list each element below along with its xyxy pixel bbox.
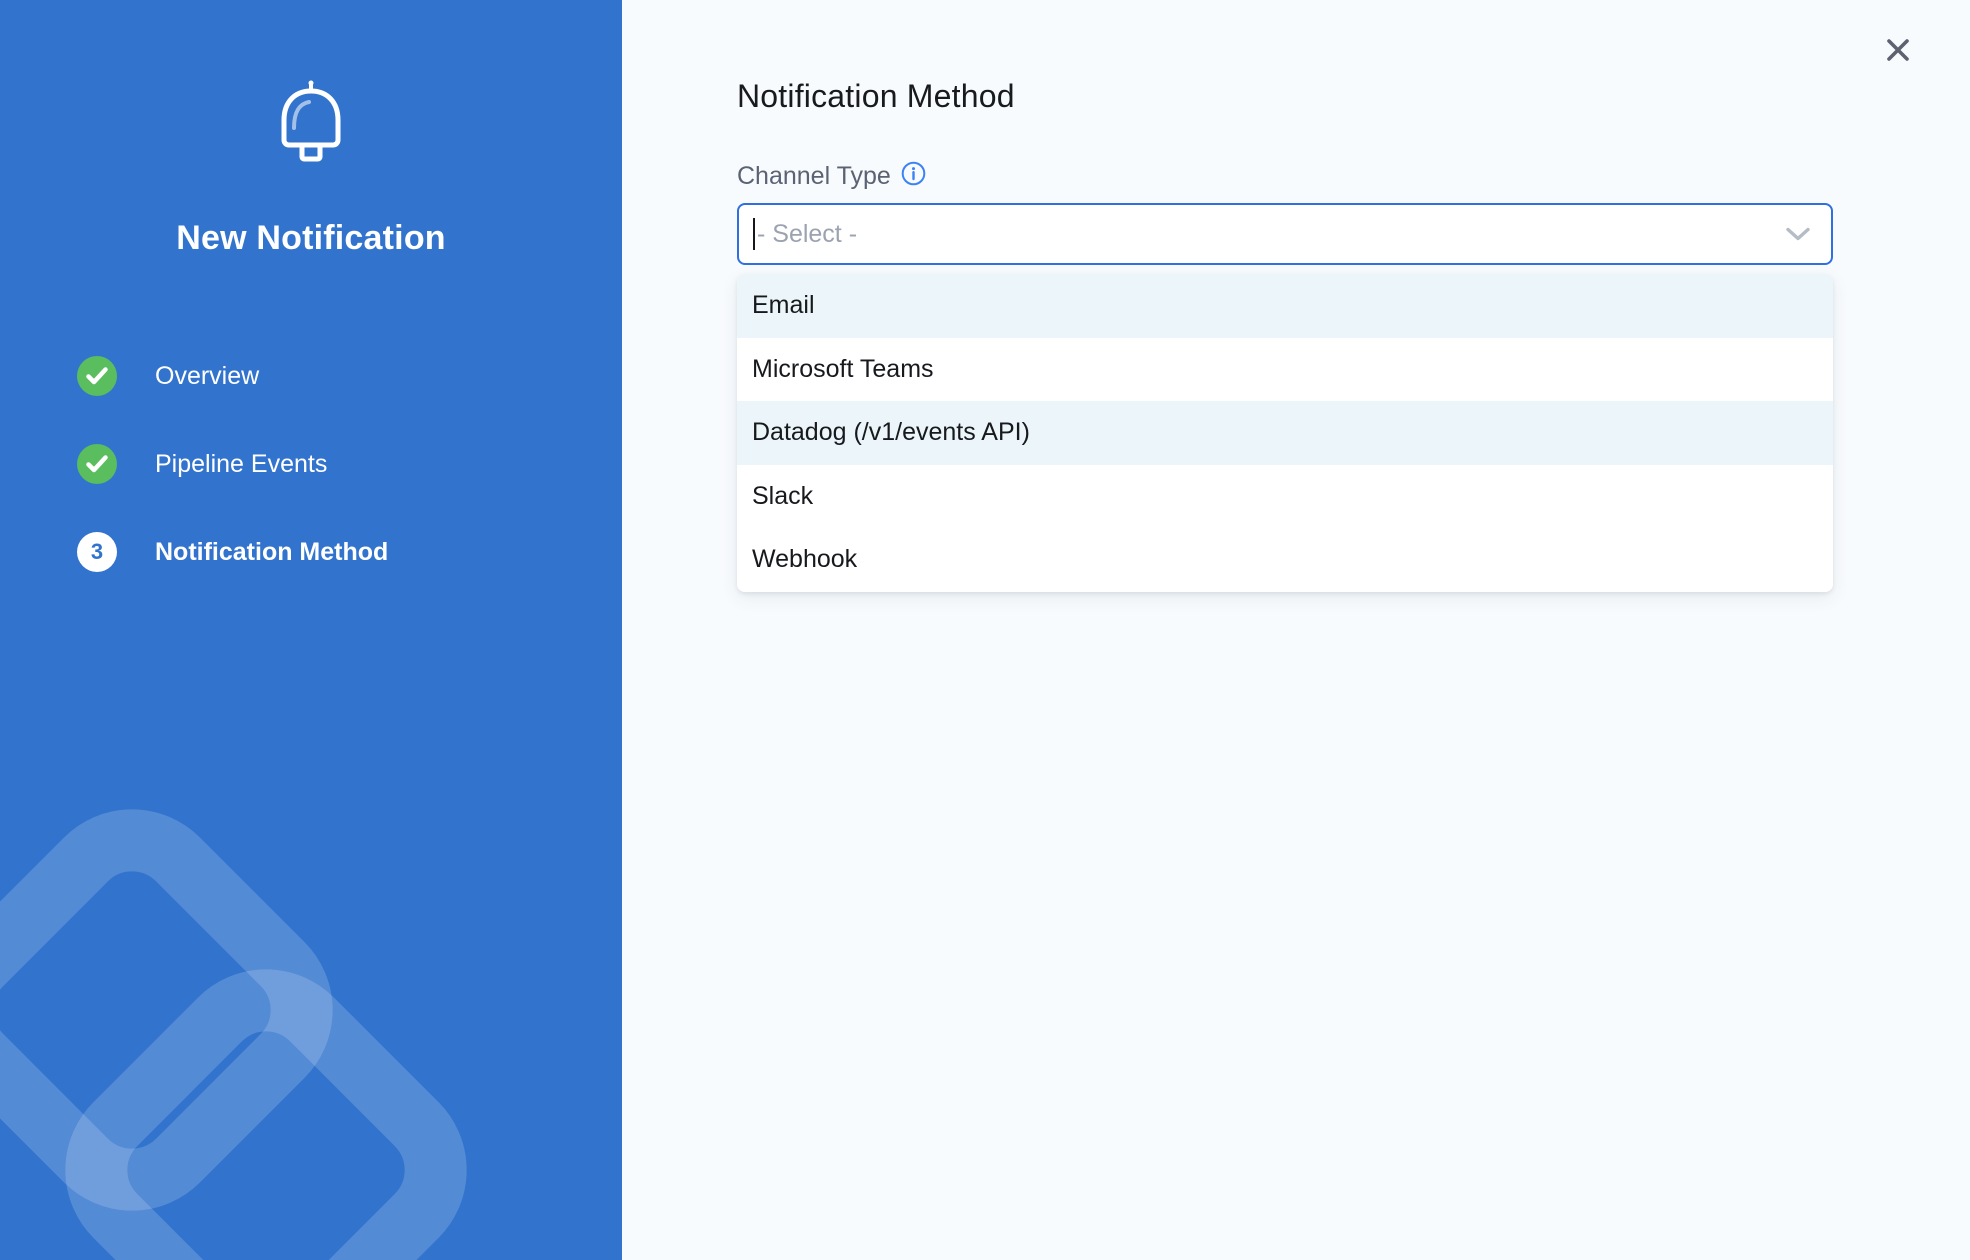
info-icon[interactable]	[901, 161, 926, 191]
step-number-badge: 3	[77, 532, 117, 572]
option-slack[interactable]: Slack	[737, 465, 1833, 529]
option-microsoft-teams[interactable]: Microsoft Teams	[737, 338, 1833, 402]
step-label: Overview	[155, 362, 259, 391]
step-label: Notification Method	[155, 538, 388, 567]
close-icon	[1885, 37, 1911, 66]
step-overview[interactable]: Overview	[77, 356, 622, 396]
step-notification-method[interactable]: 3 Notification Method	[77, 532, 622, 572]
option-webhook[interactable]: Webhook	[737, 528, 1833, 592]
wizard-steps: Overview Pipeline Events 3 Notification …	[0, 356, 622, 572]
page-title: Notification Method	[737, 78, 1970, 115]
option-datadog[interactable]: Datadog (/v1/events API)	[737, 401, 1833, 465]
channel-type-select[interactable]: - Select -	[737, 203, 1833, 265]
wizard-title: New Notification	[0, 219, 622, 258]
chevron-down-icon[interactable]	[1785, 226, 1811, 242]
check-icon	[77, 444, 117, 484]
check-icon	[77, 356, 117, 396]
wizard-sidebar: New Notification Overview Pipeline Event…	[0, 0, 622, 1260]
close-button[interactable]	[1881, 34, 1915, 68]
select-placeholder: - Select -	[757, 220, 857, 249]
text-cursor	[753, 218, 755, 250]
channel-type-dropdown: Email Microsoft Teams Datadog (/v1/event…	[737, 274, 1833, 592]
notification-method-panel: Notification Method Channel Type - Selec…	[622, 0, 1970, 1260]
bell-icon	[269, 76, 353, 173]
step-pipeline-events[interactable]: Pipeline Events	[77, 444, 622, 484]
step-label: Pipeline Events	[155, 450, 327, 479]
option-email[interactable]: Email	[737, 274, 1833, 338]
channel-type-label: Channel Type	[737, 162, 891, 191]
